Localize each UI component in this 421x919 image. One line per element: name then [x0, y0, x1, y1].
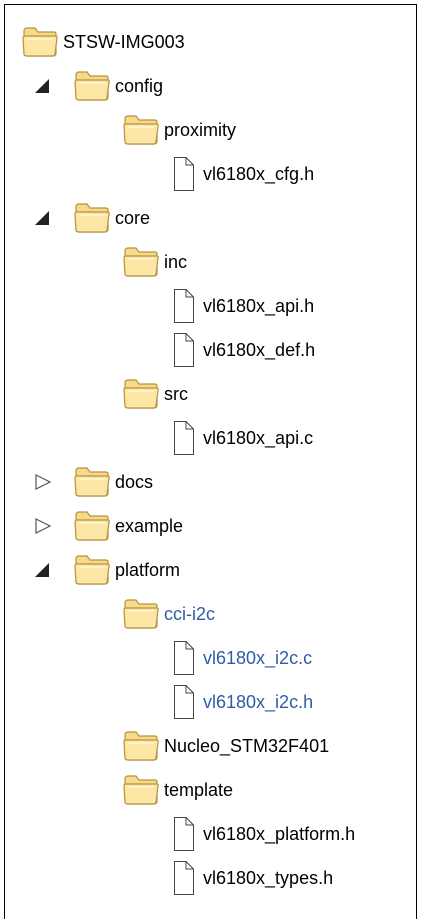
tree-folder-row[interactable]: config [5, 65, 416, 109]
tree-file-row[interactable]: vl6180x_platform.h [5, 813, 416, 857]
tree-item-label: vl6180x_api.h [203, 296, 315, 316]
tree-folder-row[interactable]: core [5, 197, 416, 241]
tree-folder-row[interactable]: docs [5, 461, 416, 505]
tree-item-label: inc [164, 252, 188, 272]
tree-file-row[interactable]: vl6180x_i2c.c [5, 637, 416, 681]
tree-item-label: cci-i2c [164, 604, 216, 624]
tree-item-label: core [115, 208, 151, 228]
tree-file-row[interactable]: vl6180x_types.h [5, 857, 416, 901]
tree-item-label: Nucleo_STM32F401 [164, 736, 330, 756]
tree-folder-row[interactable]: Nucleo_STM32F401 [5, 725, 416, 769]
tree-file-row[interactable]: vl6180x_def.h [5, 329, 416, 373]
tree-file-row[interactable]: vl6180x_api.c [5, 417, 416, 461]
tree-item-label: template [164, 780, 234, 800]
tree-item-label: vl6180x_api.c [203, 428, 314, 448]
tree-item-label: vl6180x_types.h [203, 868, 334, 888]
tree-file-row[interactable]: vl6180x_api.h [5, 285, 416, 329]
tree-folder-row[interactable]: proximity [5, 109, 416, 153]
tree-file-row[interactable]: vl6180x_i2c.h [5, 681, 416, 725]
tree-folder-row[interactable]: src [5, 373, 416, 417]
tree-item-label: vl6180x_cfg.h [203, 164, 315, 184]
tree-item-label: vl6180x_platform.h [203, 824, 356, 844]
tree-item-label: platform [115, 560, 181, 580]
tree-item-label: vl6180x_i2c.c [203, 648, 313, 668]
tree-item-label: STSW-IMG003 [63, 32, 185, 52]
tree-item-label: src [164, 384, 188, 404]
tree-item-label: vl6180x_i2c.h [203, 692, 314, 712]
tree-item-label: vl6180x_def.h [203, 340, 316, 360]
tree-folder-row[interactable]: cci-i2c [5, 593, 416, 637]
tree-file-row[interactable]: vl6180x_cfg.h [5, 153, 416, 197]
file-tree: STSW-IMG003 config proximity vl6180x_cfg.hc… [4, 4, 417, 919]
tree-folder-row[interactable]: inc [5, 241, 416, 285]
tree-folder-row[interactable]: STSW-IMG003 [5, 21, 416, 65]
tree-item-label: example [115, 516, 184, 536]
tree-folder-row[interactable]: template [5, 769, 416, 813]
tree-item-label: docs [115, 472, 154, 492]
tree-folder-row[interactable]: example [5, 505, 416, 549]
tree-item-label: proximity [164, 120, 237, 140]
tree-folder-row[interactable]: platform [5, 549, 416, 593]
tree-item-label: config [115, 76, 164, 96]
